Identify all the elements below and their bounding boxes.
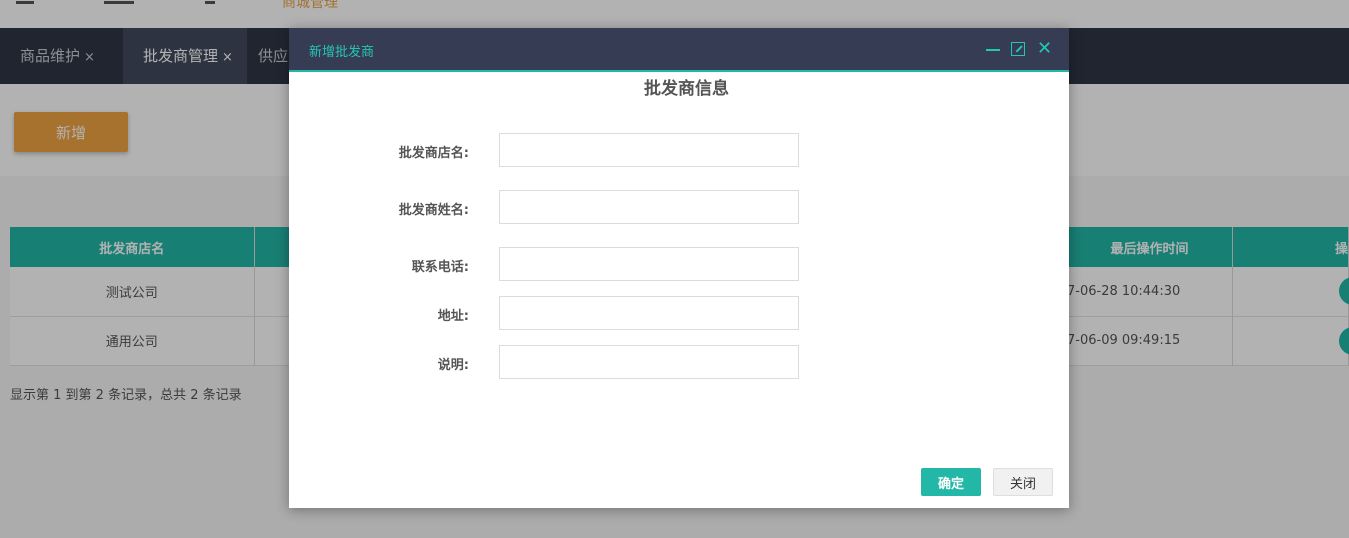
- field-label: 批发商姓名:: [398, 203, 469, 218]
- maximize-icon[interactable]: [1011, 42, 1025, 56]
- form-title: 批发商信息: [644, 79, 729, 99]
- dialog-footer: 确定 关闭: [289, 468, 1069, 496]
- form-row-phone: 联系电话:: [289, 247, 1069, 281]
- add-wholesaler-dialog: 新增批发商 ✕ 批发商信息 批发商店名: 批发商姓名: 联系电话: 地址: 说明…: [289, 28, 1069, 508]
- form-row-description: 说明:: [289, 345, 1069, 379]
- form-row-store-name: 批发商店名:: [289, 133, 1069, 167]
- description-input[interactable]: [499, 345, 799, 379]
- dialog-title: 新增批发商: [309, 45, 375, 60]
- field-label: 批发商店名:: [398, 146, 469, 161]
- field-label: 说明:: [437, 358, 469, 373]
- close-icon[interactable]: ✕: [1037, 40, 1053, 58]
- confirm-button[interactable]: 确定: [921, 468, 981, 496]
- close-button[interactable]: 关闭: [993, 468, 1053, 496]
- phone-input[interactable]: [499, 247, 799, 281]
- field-label: 地址:: [437, 309, 469, 324]
- form-row-address: 地址:: [289, 296, 1069, 330]
- dialog-header[interactable]: 新增批发商 ✕: [289, 28, 1069, 72]
- dialog-body: 批发商信息 批发商店名: 批发商姓名: 联系电话: 地址: 说明:: [289, 72, 1069, 462]
- address-input[interactable]: [499, 296, 799, 330]
- field-label: 联系电话:: [411, 260, 469, 275]
- wholesaler-name-input[interactable]: [499, 190, 799, 224]
- minimize-icon[interactable]: [985, 41, 1001, 57]
- form-row-wholesaler-name: 批发商姓名:: [289, 190, 1069, 224]
- store-name-input[interactable]: [499, 133, 799, 167]
